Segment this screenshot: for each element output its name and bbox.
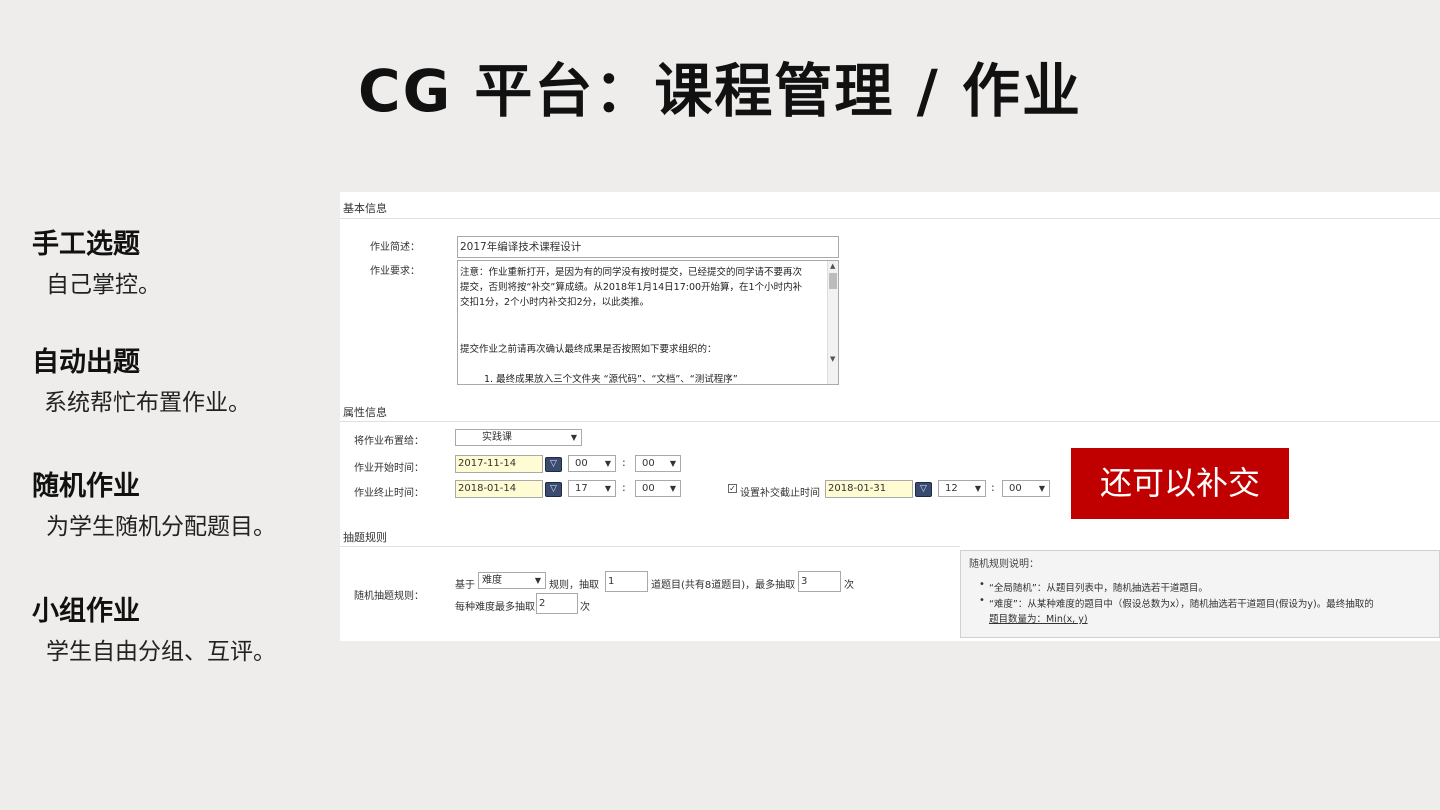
requirement-textarea[interactable]: 注意：作业重新打开，是因为有的同学没有按时提交，已经提交的同学请不要再次 提交，… xyxy=(457,260,839,385)
end-time-label: 作业终止时间： xyxy=(354,488,424,499)
chevron-down-icon: ▼ xyxy=(974,484,981,493)
late-date-input[interactable]: 2018-01-31 xyxy=(825,480,913,498)
feature-group: 小组作业 学生自由分组、互评。 xyxy=(32,589,276,666)
explain-item: 题目数量为：Min(x, y) xyxy=(989,614,1088,625)
feature-title: 随机作业 xyxy=(32,471,140,502)
scroll-down-icon[interactable]: ▼ xyxy=(830,355,835,363)
explain-item: “难度”：从某种难度的题目中（假设总数为x），随机抽选若干道题目(假设为y)。最… xyxy=(989,599,1374,610)
calendar-icon[interactable]: ▽ xyxy=(545,457,562,472)
end-hour-value: 17 xyxy=(575,483,588,494)
late-hour-value: 12 xyxy=(945,483,958,494)
end-min-select[interactable]: 00 ▼ xyxy=(635,480,681,497)
count-input[interactable]: 1 xyxy=(605,571,648,592)
feature-auto: 自动出题 系统帮忙布置作业。 xyxy=(32,340,251,417)
time-colon: : xyxy=(622,481,626,494)
late-submit-callout: 还可以补交 xyxy=(1071,448,1289,519)
feature-random: 随机作业 为学生随机分配题目。 xyxy=(32,464,276,541)
bullet-icon: • xyxy=(979,595,985,606)
per-level-times: 次 xyxy=(580,602,590,613)
assign-select[interactable]: 实践课 ▼ xyxy=(455,429,582,446)
start-min-value: 00 xyxy=(642,458,655,469)
chevron-down-icon: ▼ xyxy=(604,484,611,493)
requirement-line: 提交作业之前请再次确认最终成果是否按照如下要求组织的： xyxy=(460,344,717,355)
section-attr-info: 属性信息 xyxy=(343,406,387,419)
section-draw-rules: 抽题规则 xyxy=(343,531,387,544)
based-on-text: 基于 xyxy=(455,580,475,591)
explain-title: 随机规则说明： xyxy=(969,559,1039,570)
per-level-text: 每种难度最多抽取 xyxy=(455,602,535,613)
rule-explanation-box: 随机规则说明： • “全局随机”：从题目列表中，随机抽选若干道题目。 • “难度… xyxy=(960,550,1440,638)
late-hour-select[interactable]: 12 ▼ xyxy=(938,480,986,497)
time-colon: : xyxy=(622,456,626,469)
max-input[interactable]: 3 xyxy=(798,571,841,592)
feature-title: 手工选题 xyxy=(32,229,140,260)
time-colon: : xyxy=(991,481,995,494)
rule-select[interactable]: 难度 ▼ xyxy=(478,572,546,589)
start-min-select[interactable]: 00 ▼ xyxy=(635,455,681,472)
chevron-down-icon: ▼ xyxy=(669,484,676,493)
calendar-icon[interactable]: ▽ xyxy=(545,482,562,497)
rule-select-value: 难度 xyxy=(482,575,502,586)
times-text: 次 xyxy=(844,580,854,591)
requirement-line: 提交，否则将按“补交”算成绩。从2018年1月14日17:00开始算，在1个小时… xyxy=(460,282,803,293)
end-min-value: 00 xyxy=(642,483,655,494)
start-hour-select[interactable]: 00 ▼ xyxy=(568,455,616,472)
requirement-line: 注意：作业重新打开，是因为有的同学没有按时提交，已经提交的同学请不要再次 xyxy=(460,267,803,278)
section-basic-info: 基本信息 xyxy=(343,202,387,215)
assign-label: 将作业布置给： xyxy=(354,436,424,447)
chevron-down-icon: ▼ xyxy=(669,459,676,468)
chevron-down-icon: ▼ xyxy=(534,576,541,585)
assign-value: 实践课 xyxy=(482,432,512,443)
start-time-label: 作业开始时间： xyxy=(354,463,424,474)
textarea-scrollbar[interactable]: ▲ ▼ xyxy=(827,261,838,384)
late-min-value: 00 xyxy=(1009,483,1022,494)
rule-label: 随机抽题规则： xyxy=(354,591,424,602)
start-date-input[interactable]: 2017-11-14 xyxy=(455,455,543,473)
divider xyxy=(340,421,1440,422)
calendar-icon[interactable]: ▽ xyxy=(915,482,932,497)
explain-item: “全局随机”：从题目列表中，随机抽选若干道题目。 xyxy=(989,583,1208,594)
per-level-input[interactable]: 2 xyxy=(536,593,578,614)
late-deadline-label: 设置补交截止时间 xyxy=(740,488,820,499)
feature-desc: 学生自由分组、互评。 xyxy=(46,639,276,665)
feature-manual: 手工选题 自己掌控。 xyxy=(32,222,161,299)
summary-label: 作业简述： xyxy=(370,242,420,253)
start-hour-value: 00 xyxy=(575,458,588,469)
divider xyxy=(340,546,960,547)
checkbox-checked-icon[interactable]: ✓ xyxy=(728,484,737,493)
bullet-icon: • xyxy=(979,579,985,590)
requirement-line: 1. 最终成果放入三个文件夹 “源代码”、“文档”、“测试程序” xyxy=(484,374,738,385)
homework-form-panel: 基本信息 作业简述： 2017年编译技术课程设计 作业要求： 注意：作业重新打开… xyxy=(340,192,1440,641)
requirement-line: 交扣1分，2个小时内补交扣2分，以此类推。 xyxy=(460,297,650,308)
slide-title: CG 平台：课程管理 / 作业 xyxy=(358,57,1082,125)
requirement-label: 作业要求： xyxy=(370,266,420,277)
feature-desc: 自己掌控。 xyxy=(46,272,161,298)
chevron-down-icon: ▼ xyxy=(604,459,611,468)
late-min-select[interactable]: 00 ▼ xyxy=(1002,480,1050,497)
chevron-down-icon: ▼ xyxy=(1038,484,1045,493)
count-text: 道题目(共有8道题目)，最多抽取 xyxy=(651,580,796,591)
scroll-up-icon[interactable]: ▲ xyxy=(830,262,835,270)
divider xyxy=(340,218,1440,219)
end-hour-select[interactable]: 17 ▼ xyxy=(568,480,616,497)
feature-desc: 系统帮忙布置作业。 xyxy=(44,390,251,416)
chevron-down-icon: ▼ xyxy=(570,433,577,442)
feature-title: 自动出题 xyxy=(32,347,140,378)
scroll-thumb[interactable] xyxy=(829,273,837,289)
summary-input[interactable]: 2017年编译技术课程设计 xyxy=(457,236,839,258)
feature-title: 小组作业 xyxy=(32,596,140,627)
end-date-input[interactable]: 2018-01-14 xyxy=(455,480,543,498)
rule-text: 规则，抽取 xyxy=(549,580,599,591)
feature-desc: 为学生随机分配题目。 xyxy=(46,514,276,540)
